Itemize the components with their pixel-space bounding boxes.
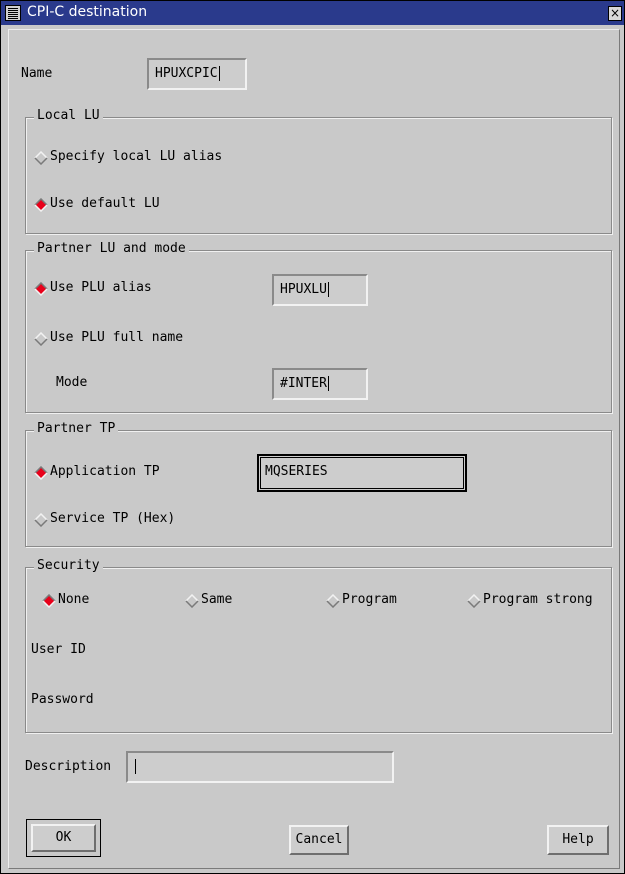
application-tp-input[interactable]: MQSERIES: [257, 454, 467, 492]
partner-lu-legend: Partner LU and mode: [34, 241, 189, 256]
security-none-label: None: [58, 592, 90, 607]
application-tp-label: Application TP: [50, 464, 160, 479]
use-plu-fullname-label: Use PLU full name: [50, 330, 184, 345]
system-menu-icon[interactable]: [5, 5, 21, 21]
use-plu-alias-radio[interactable]: [34, 282, 48, 296]
security-program-label: Program: [342, 592, 397, 607]
plu-alias-value: HPUXLU: [280, 282, 327, 297]
security-program-strong-radio[interactable]: [467, 594, 481, 608]
cpic-destination-dialog: CPI-C destination × Name HPUXCPIC Local …: [0, 0, 625, 874]
name-value: HPUXCPIC: [155, 66, 218, 81]
ok-button-frame: OK: [26, 819, 101, 857]
use-plu-fullname-radio[interactable]: [34, 332, 48, 346]
window-title: CPI-C destination: [27, 4, 148, 20]
name-input[interactable]: HPUXCPIC: [147, 58, 247, 90]
description-label: Description: [25, 759, 112, 774]
mode-label: Mode: [56, 375, 88, 390]
plu-alias-input[interactable]: HPUXLU: [272, 274, 368, 306]
title-bar[interactable]: CPI-C destination ×: [1, 1, 624, 25]
specify-local-lu-label: Specify local LU alias: [50, 149, 223, 164]
local-lu-group: Local LU: [25, 108, 612, 234]
use-plu-alias-label: Use PLU alias: [50, 280, 152, 295]
partner-tp-legend: Partner TP: [34, 421, 119, 436]
security-program-radio[interactable]: [326, 594, 340, 608]
help-button[interactable]: Help: [547, 825, 609, 855]
use-default-lu-radio[interactable]: [34, 198, 48, 212]
local-lu-legend: Local LU: [34, 108, 103, 123]
dialog-body: Name HPUXCPIC Local LU Specify local LU …: [8, 29, 620, 869]
security-program-strong-label: Program strong: [483, 592, 593, 607]
security-legend: Security: [34, 558, 103, 573]
user-id-label: User ID: [31, 642, 86, 657]
security-same-label: Same: [201, 592, 233, 607]
service-tp-radio[interactable]: [34, 513, 48, 527]
cancel-button[interactable]: Cancel: [289, 825, 349, 855]
security-same-radio[interactable]: [185, 594, 199, 608]
specify-local-lu-radio[interactable]: [34, 151, 48, 165]
ok-button[interactable]: OK: [31, 824, 96, 852]
name-label: Name: [21, 66, 53, 81]
mode-input[interactable]: #INTER: [272, 368, 368, 400]
mode-value: #INTER: [280, 376, 327, 391]
security-none-radio[interactable]: [42, 594, 56, 608]
description-input[interactable]: [126, 751, 394, 783]
password-label: Password: [31, 692, 94, 707]
close-icon[interactable]: ×: [608, 6, 622, 21]
service-tp-label: Service TP (Hex): [50, 511, 176, 526]
use-default-lu-label: Use default LU: [50, 196, 160, 211]
application-tp-radio[interactable]: [34, 466, 48, 480]
